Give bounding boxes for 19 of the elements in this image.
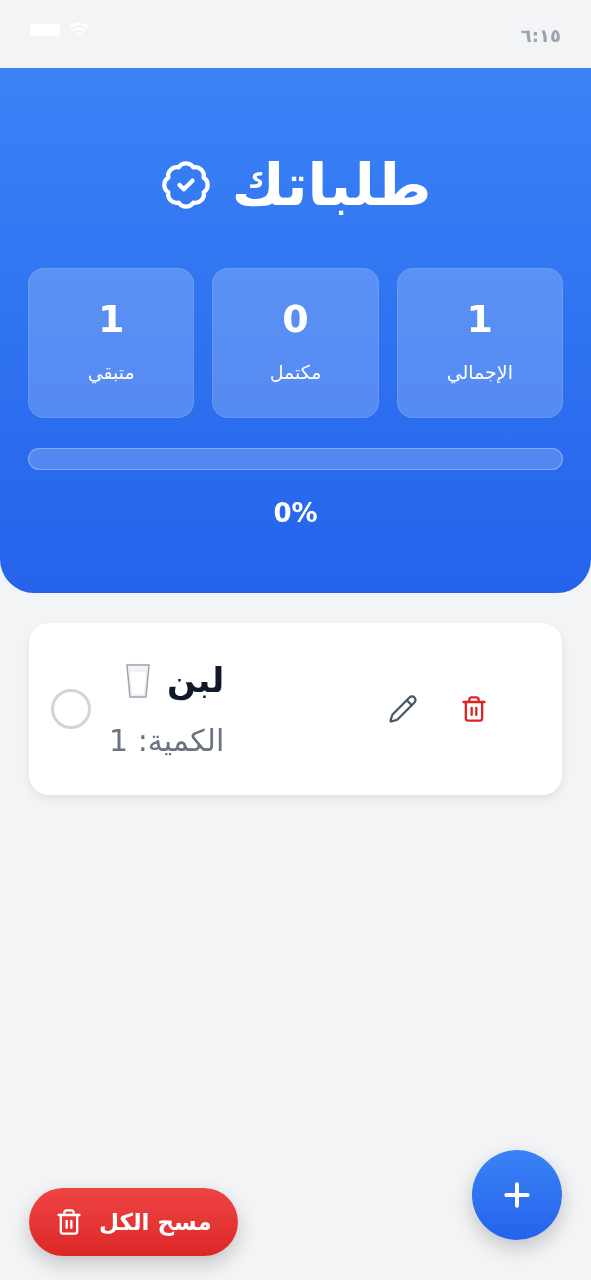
add-button[interactable]	[472, 1150, 562, 1240]
stat-label: الإجمالي	[446, 359, 513, 386]
clear-all-button[interactable]: مسح الكل	[29, 1188, 238, 1256]
stat-label: متبقي	[87, 359, 135, 386]
stat-label: مكتمل	[269, 359, 322, 385]
stat-value: 1	[466, 299, 494, 338]
verified-badge-icon	[159, 159, 212, 211]
trash-icon	[460, 695, 488, 723]
stat-value: 0	[282, 299, 309, 338]
stat-value: 1	[97, 299, 125, 338]
pencil-icon	[388, 694, 418, 724]
item-name: لبن	[167, 659, 225, 703]
status-time: ٦:١٥	[520, 24, 561, 48]
trash-icon	[55, 1208, 83, 1236]
checkbox[interactable]	[51, 689, 91, 729]
app-title: طلباتك	[231, 156, 432, 214]
milk-glass-icon	[125, 662, 151, 699]
progress-percent: 0%	[273, 497, 318, 530]
item-quantity: الكمية: 1	[109, 722, 225, 760]
